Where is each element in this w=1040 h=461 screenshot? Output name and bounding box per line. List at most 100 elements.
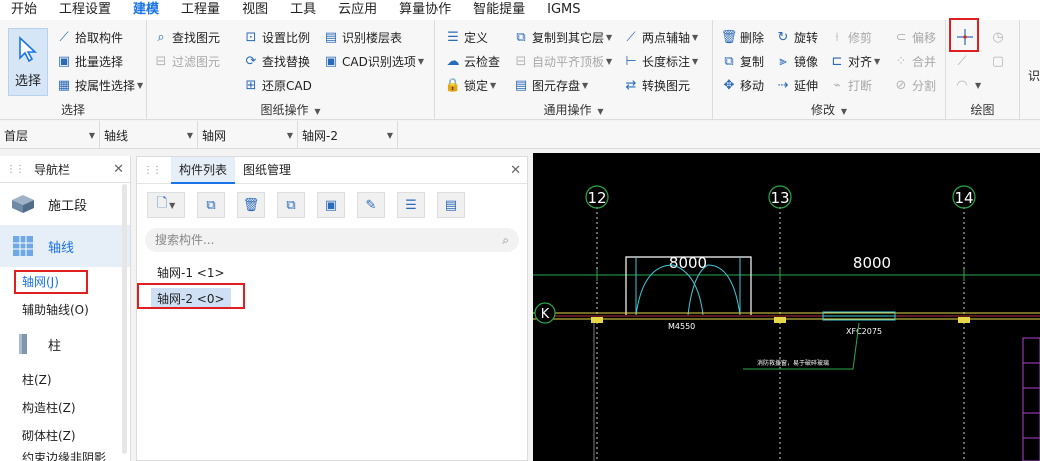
length-dimension-button[interactable]: ⊢ 长度标注 ▼: [623, 50, 698, 72]
nav-scrollbar[interactable]: [122, 184, 127, 454]
filter-element-button[interactable]: ⊟ 过滤图元: [153, 50, 220, 72]
component-item[interactable]: 轴网-2 <0>: [137, 286, 527, 310]
chevron-down-icon: ▼: [582, 80, 589, 90]
window-label: XFC2075: [846, 327, 882, 336]
batch-select-button[interactable]: ▣ 批量选择: [56, 50, 123, 72]
find-element-button[interactable]: ⌕ 查找图元: [153, 26, 220, 48]
find-replace-button[interactable]: ⟳ 查找替换: [243, 50, 310, 72]
group-draw: ◷ ⟋ ▢ ◠ ▼ 绘图: [946, 20, 1020, 120]
tab-component-list[interactable]: 构件列表: [171, 156, 236, 184]
component-search-input[interactable]: [155, 233, 503, 247]
menu-cloud[interactable]: 云应用: [327, 0, 388, 20]
break-button[interactable]: ⌁ 打断: [829, 74, 872, 96]
save-element-button[interactable]: ▤ 图元存盘 ▼: [513, 74, 588, 96]
pick-component-button[interactable]: ⟋ 拾取构件: [56, 26, 123, 48]
component-tabs: ⋮⋮ 构件列表 图纸管理 ✕: [137, 156, 527, 184]
nav-sub-struct-column[interactable]: 构造柱(Z): [0, 393, 130, 421]
set-scale-button[interactable]: ⊡ 设置比例: [243, 26, 310, 48]
move-button[interactable]: ✥ 移动: [721, 74, 764, 96]
menu-start[interactable]: 开始: [0, 0, 48, 20]
mirror-button[interactable]: ⫸ 镜像: [775, 50, 818, 72]
offset-button[interactable]: ⊂ 偏移: [893, 26, 936, 48]
copy-component-button[interactable]: ⧉: [197, 192, 225, 218]
menu-smart-extract[interactable]: 智能提量: [462, 0, 536, 20]
menu-bar: 开始 工程设置 建模 工程量 视图 工具 云应用 算量协作 智能提量 IGMS: [0, 0, 1040, 20]
menu-quantity[interactable]: 工程量: [170, 0, 231, 20]
row-label-k: K: [541, 307, 550, 322]
drag-handle-icon[interactable]: ⋮⋮: [6, 164, 25, 175]
restore-cad-button[interactable]: ⊞ 还原CAD: [243, 74, 312, 96]
circle-draw-button[interactable]: ◷: [990, 26, 1009, 48]
define-button[interactable]: ☰ 定义: [445, 26, 488, 48]
copy-floor-icon: ⧉: [516, 29, 526, 45]
component-select[interactable]: 轴网-2 ▼: [298, 121, 398, 149]
cloud-check-button[interactable]: ☁ 云检查: [445, 50, 501, 72]
menu-view[interactable]: 视图: [231, 0, 279, 20]
copy-to-other-floor-button[interactable]: ⧉ 复制到其它层 ▼: [513, 26, 612, 48]
drag-handle-icon[interactable]: ⋮⋮: [143, 165, 162, 176]
menu-igms[interactable]: IGMS: [536, 0, 591, 20]
menu-tools[interactable]: 工具: [279, 0, 327, 20]
lock-icon: 🔒: [444, 77, 462, 93]
floor-select[interactable]: 首层 ▼: [0, 121, 100, 149]
identify-button[interactable]: 识: [1028, 64, 1040, 86]
subtype-select[interactable]: 轴网 ▼: [198, 121, 298, 149]
component-list-panel: ⋮⋮ 构件列表 图纸管理 ✕ 🗋▼ ⧉ 🗑 ⧉ ▣ ✎ ☰ ▤ ⌕ 轴网-1 <…: [136, 156, 528, 461]
auto-align-top-button[interactable]: ⊟ 自动平齐顶板 ▼: [513, 50, 613, 72]
convert-icon: ⇄: [625, 77, 637, 93]
menu-modeling[interactable]: 建模: [122, 0, 170, 20]
extend-button[interactable]: ⇢ 延伸: [775, 74, 818, 96]
two-point-axis-button[interactable]: ⟋ 两点辅轴 ▼: [623, 26, 698, 48]
chevron-down-icon: ▼: [692, 56, 699, 66]
offset-icon: ⊂: [895, 29, 907, 45]
nav-sub-aux-axis[interactable]: 辅助轴线(O): [0, 295, 130, 323]
nav-sub-masonry-column[interactable]: 砌体柱(Z): [0, 421, 130, 449]
delete-button[interactable]: 🗑 删除: [721, 26, 764, 48]
properties-button[interactable]: ☰: [397, 192, 425, 218]
close-icon[interactable]: ✕: [510, 163, 521, 178]
table-button[interactable]: ▤: [437, 192, 465, 218]
trim-button[interactable]: ⟊ 修剪: [829, 26, 872, 48]
rectangle-icon: ▢: [991, 53, 1005, 69]
menu-project-settings[interactable]: 工程设置: [48, 0, 122, 20]
chevron-down-icon: ▼: [597, 107, 604, 116]
new-component-button[interactable]: 🗋 ▼: [147, 192, 185, 218]
layer-copy-button[interactable]: ⧉: [277, 192, 305, 218]
close-icon[interactable]: ✕: [113, 162, 124, 177]
arc-draw-button[interactable]: ◠ ▼: [954, 74, 981, 96]
tab-drawing-management[interactable]: 图纸管理: [235, 157, 299, 184]
save-component-button[interactable]: ▣: [317, 192, 345, 218]
merge-button[interactable]: ⁘ 合并: [893, 50, 936, 72]
line-draw-button[interactable]: ⟋: [954, 50, 973, 72]
cad-canvas[interactable]: 12 13 14 8000 8000 K M4550 XFC2075 消防救援窗…: [533, 153, 1040, 461]
nav-cat-construction[interactable]: 施工段: [0, 183, 130, 225]
find-icon: ⌕: [157, 29, 165, 45]
search-icon[interactable]: ⌕: [502, 233, 509, 248]
component-item[interactable]: 轴网-1 <1>: [137, 260, 527, 284]
menu-collab[interactable]: 算量协作: [388, 0, 462, 20]
type-select[interactable]: 轴线 ▼: [100, 121, 198, 149]
rotate-button[interactable]: ↻ 旋转: [775, 26, 818, 48]
split-button[interactable]: ⊘ 分割: [893, 74, 936, 96]
delete-component-button[interactable]: 🗑: [237, 192, 265, 218]
edit-component-button[interactable]: ✎: [357, 192, 385, 218]
align-button[interactable]: ⊏ 对齐 ▼: [829, 50, 881, 72]
convert-element-button[interactable]: ⇄ 转换图元: [623, 74, 690, 96]
align-icon: ⊏: [831, 53, 843, 69]
select-by-attribute-button[interactable]: ▦ 按属性选择 ▼: [56, 74, 143, 96]
point-draw-button[interactable]: [954, 26, 976, 48]
rect-draw-button[interactable]: ▢: [990, 50, 1009, 72]
nav-sub-partial[interactable]: 约束边缘非阴影: [0, 449, 130, 461]
select-button[interactable]: 选择: [8, 28, 48, 96]
save-icon: ▤: [514, 77, 528, 93]
nav-cat-column[interactable]: 柱: [0, 323, 130, 365]
trim-icon: ⟊: [835, 29, 839, 45]
identify-floor-table-button[interactable]: ▤ 识别楼层表: [323, 26, 402, 48]
lock-button[interactable]: 🔒 锁定 ▼: [445, 74, 496, 96]
group-select: 选择 ⟋ 拾取构件 ▣ 批量选择 ▦ 按属性选择 ▼ 选择: [0, 20, 147, 120]
nav-cat-axis[interactable]: 轴线: [0, 225, 130, 267]
cad-options-button[interactable]: ▣ CAD识别选项 ▼: [323, 50, 424, 72]
nav-sub-axis-grid[interactable]: 轴网(J): [0, 267, 130, 295]
nav-sub-column[interactable]: 柱(Z): [0, 365, 130, 393]
copy-button[interactable]: ⧉ 复制: [721, 50, 764, 72]
